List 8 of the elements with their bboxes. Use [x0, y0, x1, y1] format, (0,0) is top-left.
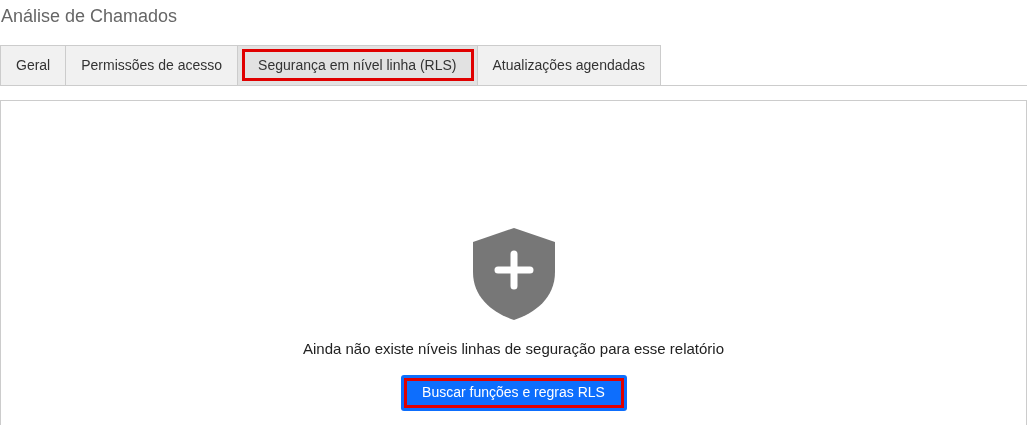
- empty-message: Ainda não existe níveis linhas de seguração para esse relatório: [302, 339, 725, 359]
- tab[interactable]: Geral: [0, 45, 67, 85]
- tab[interactable]: Atualizações agendadas: [477, 45, 662, 85]
- tab[interactable]: Segurança em nível linha (RLS): [238, 45, 478, 85]
- search-rules-button[interactable]: Buscar funções e regras RLS: [400, 374, 627, 411]
- tab[interactable]: Permissões de acesso: [66, 45, 239, 85]
- page-title: Análise de Chamados: [0, 5, 179, 28]
- shield-plus-icon: [472, 228, 555, 320]
